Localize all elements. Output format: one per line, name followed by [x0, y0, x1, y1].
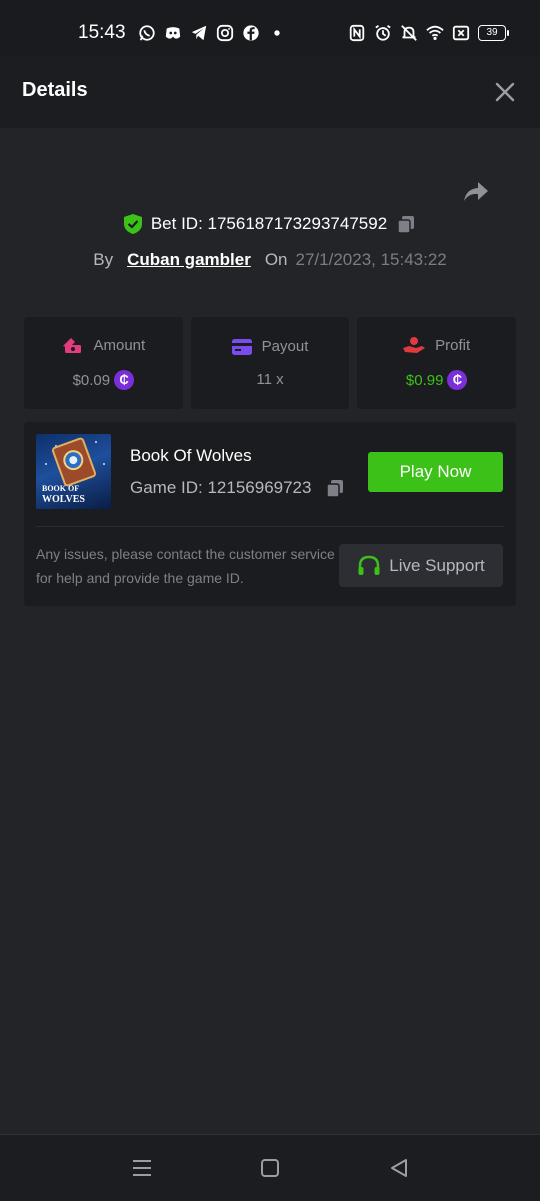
live-support-button[interactable]: Live Support [339, 544, 503, 587]
thumb-text-line2: WOLVES [42, 494, 85, 505]
user-link[interactable]: Cuban gambler [127, 250, 251, 270]
game-id-text: Game ID: 12156969723 [130, 478, 312, 497]
game-name: Book Of Wolves [130, 446, 252, 465]
support-notice: Any issues, please contact the customer … [36, 546, 335, 586]
coin-icon: ₵ [447, 370, 468, 390]
play-now-button[interactable]: Play Now [368, 452, 503, 492]
instagram-icon [216, 24, 234, 42]
bet-stats: Amount $0.09 ₵ Payout 11 x Profit $0.99 … [24, 317, 517, 409]
battery-indicator: 39 [478, 25, 509, 41]
telegram-icon [191, 25, 207, 41]
live-support-label: Live Support [389, 555, 485, 575]
status-time: 15:43 [78, 22, 126, 43]
sim-x-icon [452, 25, 470, 41]
coin-icon: ₵ [114, 370, 135, 390]
copy-bet-id-icon[interactable] [396, 214, 416, 234]
system-nav-bar [0, 1134, 540, 1201]
payout-label: Payout [261, 338, 309, 355]
back-icon[interactable] [388, 1157, 410, 1179]
notification-dot-icon [274, 30, 280, 36]
status-bar: 15:43 39 [0, 0, 540, 55]
profit-label: Profit [435, 336, 471, 354]
details-header: Details [0, 55, 540, 128]
facebook-icon [243, 25, 259, 41]
page-title: Details [22, 79, 88, 101]
home-icon[interactable] [259, 1157, 281, 1179]
thumb-text-line1: BOOK OF [42, 484, 79, 493]
payout-value: 11 x [256, 371, 284, 388]
book-of-wolves-logo: BOOK OF WOLVES [42, 437, 105, 505]
alarm-icon [375, 25, 391, 41]
verified-shield-icon [123, 214, 142, 234]
status-indicators: 39 [348, 24, 509, 42]
profit-value: $0.99 [405, 371, 444, 389]
bet-id-row: Bet ID: 1756187173293747592 [0, 214, 540, 234]
close-icon[interactable] [494, 81, 516, 103]
game-card: BOOK OF WOLVES Book Of Wolves Game ID: 1… [24, 422, 516, 606]
divider [36, 526, 504, 527]
amount-label: Amount [93, 336, 146, 354]
bet-date: 27/1/2023, 15:43:22 [295, 250, 447, 269]
status-app-icons [138, 24, 286, 42]
headset-icon [358, 555, 380, 575]
profit-icon [403, 337, 426, 353]
on-label: On [264, 250, 288, 269]
amount-icon [63, 338, 82, 353]
bet-id-text: Bet ID: 1756187173293747592 [150, 214, 388, 233]
payout-icon [231, 338, 252, 355]
nfc-icon [349, 24, 365, 42]
profit-card: Profit $0.99 ₵ [357, 317, 517, 409]
bet-author-row: By Cuban gambler On 27/1/2023, 15:43:22 [0, 250, 540, 270]
mute-bell-icon [401, 25, 417, 41]
whatsapp-icon [139, 25, 155, 41]
share-icon[interactable] [462, 178, 490, 206]
game-id-row: Game ID: 12156969723 [130, 478, 345, 498]
amount-card: Amount $0.09 ₵ [24, 317, 183, 409]
amount-value: $0.09 [72, 371, 111, 389]
copy-game-id-icon[interactable] [325, 478, 345, 498]
by-label: By [93, 250, 114, 269]
payout-card: Payout 11 x [190, 317, 350, 409]
wifi-icon [426, 25, 444, 41]
game-thumbnail[interactable]: BOOK OF WOLVES [36, 434, 111, 509]
recent-apps-icon[interactable] [131, 1157, 153, 1179]
discord-icon [165, 27, 181, 39]
